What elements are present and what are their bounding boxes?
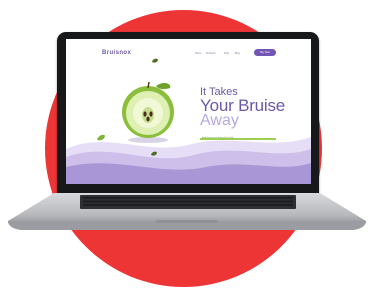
hero-tagline: Apply Bruisnox to see Bruising Fade Quic… [202, 138, 234, 139]
hero-heading-line3: Away [200, 112, 239, 129]
leaf-icon [151, 151, 157, 156]
buy-now-button[interactable]: Buy Now [254, 49, 276, 56]
keyboard [80, 195, 296, 209]
apple-illustration [122, 82, 174, 143]
site-nav: Bruisnox Home Products FAQ Blog Buy Now [66, 39, 311, 63]
laptop-screen: Bruisnox Home Products FAQ Blog Buy Now … [66, 39, 311, 184]
site-logo[interactable]: Bruisnox [102, 50, 131, 56]
leaf-icon [97, 134, 105, 141]
nav-link-products[interactable]: Products [206, 52, 215, 55]
hero-tagline-bar: Apply Bruisnox to see Bruising Fade Quic… [200, 138, 276, 140]
nav-link-faq[interactable]: FAQ [224, 52, 229, 55]
nav-link-blog[interactable]: Blog [235, 52, 240, 55]
nav-link-home[interactable]: Home [195, 52, 201, 55]
leaf-icon [152, 58, 158, 63]
